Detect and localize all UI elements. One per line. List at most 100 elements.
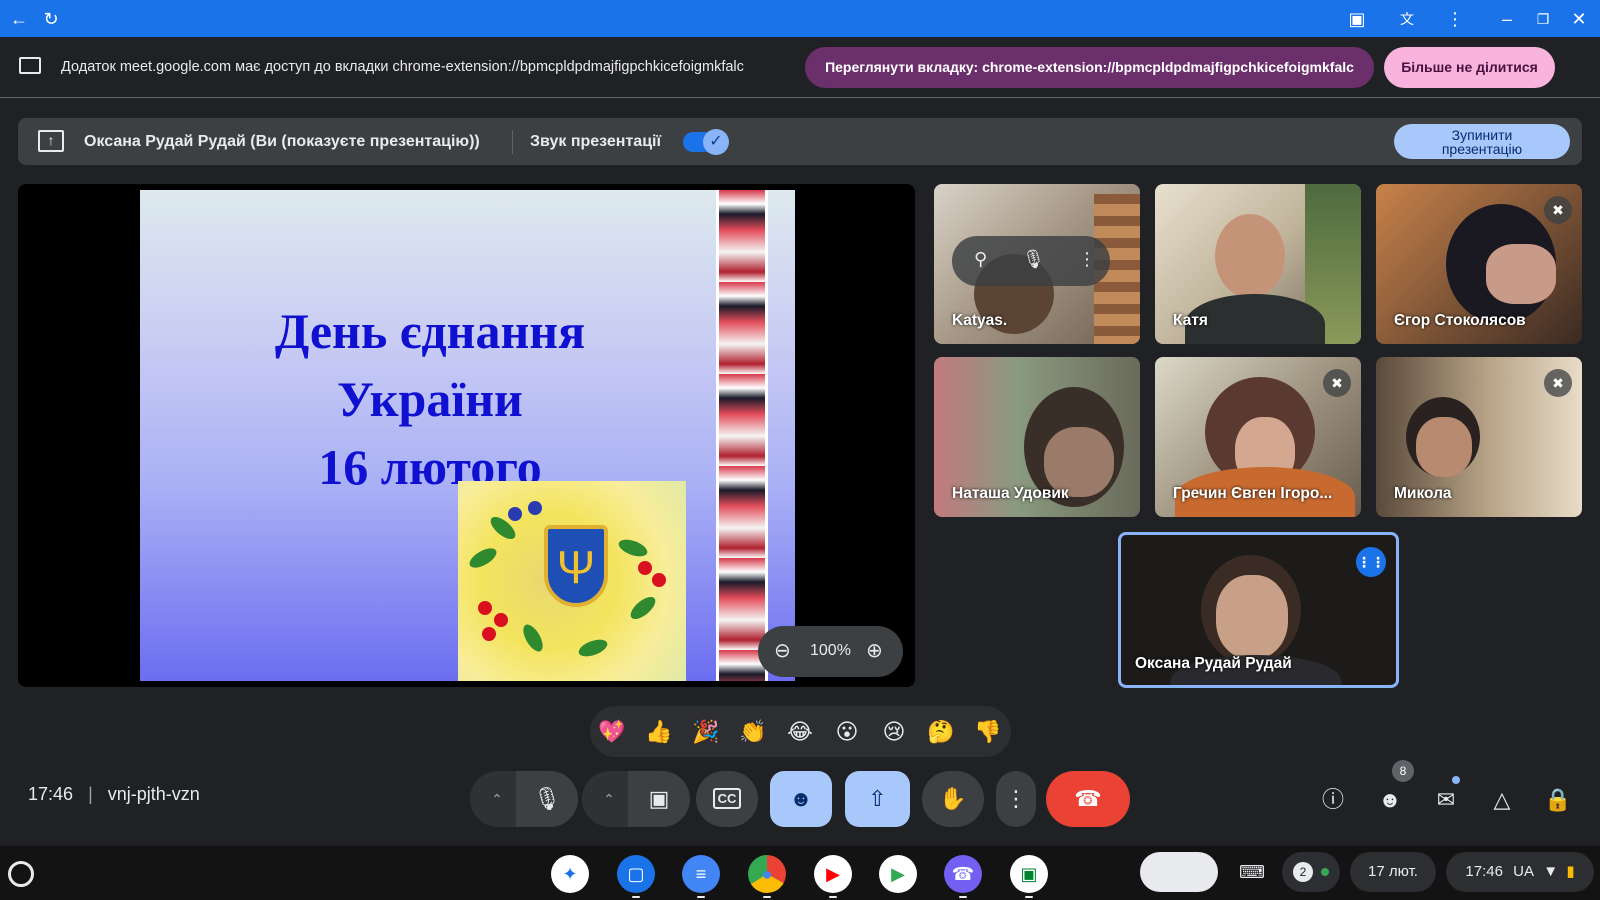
camera-button[interactable]: ▣ <box>628 771 690 827</box>
back-icon[interactable]: ← <box>6 6 32 32</box>
muted-mic-icon: ✖ <box>1544 369 1572 397</box>
captions-button[interactable]: CC <box>696 771 758 827</box>
window-titlebar: ← ↻ ▣ 文 ⋮ – ❐ ✕ <box>0 0 1600 37</box>
reaction-laugh[interactable]: 😂 <box>783 715 817 749</box>
people-count-badge: 8 <box>1392 760 1414 782</box>
presentation-audio-label: Звук презентації <box>530 133 661 150</box>
meeting-separator: | <box>88 784 93 804</box>
zoom-in-icon[interactable]: ⊕ <box>866 638 883 663</box>
present-icon: ⇧ <box>868 786 887 811</box>
zoom-level: 100% <box>810 642 851 659</box>
meeting-info: 17:46 | vnj-pjth-vzn <box>28 784 200 805</box>
more-options-button[interactable]: ⋮ <box>996 771 1036 827</box>
date-tray[interactable]: 17 лют. <box>1350 852 1436 892</box>
tote-holding-space[interactable] <box>1140 852 1218 892</box>
chrome-app-icon[interactable]: ● <box>748 855 786 893</box>
reaction-surprise[interactable]: 😮 <box>830 715 864 749</box>
participant-tile[interactable]: ⚲ 🎙 ⋮ Katyas. <box>934 184 1140 344</box>
notification-count: 2 <box>1292 862 1313 882</box>
close-icon[interactable]: ✕ <box>1566 6 1592 32</box>
files-app-icon[interactable]: ▢ <box>617 855 655 893</box>
trident-icon: Ψ <box>544 525 608 607</box>
reaction-clap[interactable]: 👏 <box>736 715 770 749</box>
presentation-stage[interactable]: День єднання України 16 лютого Ψ ⊖ 100% … <box>18 184 915 687</box>
tab-share-notice-bar: Додаток meet.google.com має доступ до вк… <box>0 37 1600 98</box>
reaction-thinking[interactable]: 🤔 <box>924 715 958 749</box>
coat-of-arms-image: Ψ <box>458 481 686 681</box>
meet-app-icon[interactable]: ▣ <box>1010 855 1048 893</box>
raise-hand-button[interactable]: ✋ <box>922 771 984 827</box>
participant-name: Єгор Стоколясов <box>1394 312 1526 329</box>
notification-tray[interactable]: 2 <box>1282 852 1340 892</box>
presentation-audio-toggle[interactable]: ✓ <box>683 129 729 155</box>
meeting-details-icon[interactable]: ⓘ <box>1313 780 1353 820</box>
participant-tile[interactable]: ✖ Микола <box>1376 357 1582 517</box>
input-locale: UA <box>1513 863 1534 880</box>
hang-up-icon: ☎ <box>1074 786 1102 811</box>
zoom-out-icon[interactable]: ⊖ <box>774 638 791 663</box>
host-controls-icon[interactable]: 🔒 <box>1538 780 1578 820</box>
reaction-heart[interactable]: 💖 <box>595 715 629 749</box>
presentation-slide: День єднання України 16 лютого Ψ <box>140 190 795 681</box>
status-area[interactable]: 17:46 UA ▼ ▮ <box>1446 852 1594 892</box>
leave-call-button[interactable]: ☎ <box>1046 771 1130 827</box>
activities-icon[interactable]: △ <box>1482 780 1522 820</box>
self-participant-tile[interactable]: ⋮⋮ Оксана Рудай Рудай <box>1118 532 1399 688</box>
play-store-app-icon[interactable]: ▶ <box>879 855 917 893</box>
participant-tile[interactable]: Наташа Удовик <box>934 357 1140 517</box>
reload-icon[interactable]: ↻ <box>38 6 64 32</box>
present-now-button[interactable]: ⇧ <box>845 771 910 827</box>
reaction-sad[interactable]: 😢 <box>877 715 911 749</box>
maximize-icon[interactable]: ❐ <box>1530 6 1556 32</box>
tile-hover-controls: ⚲ 🎙 ⋮ <box>952 236 1110 286</box>
camera-indicator-icon[interactable]: ▣ <box>1344 6 1370 32</box>
slide-title-line-1: День єднання <box>274 303 586 359</box>
participant-name: Katyas. <box>952 312 1008 329</box>
reaction-party[interactable]: 🎉 <box>689 715 723 749</box>
participant-tile[interactable]: Катя <box>1155 184 1361 344</box>
wifi-icon: ▼ <box>1543 863 1559 880</box>
viber-app-icon[interactable]: ☎ <box>944 855 982 893</box>
check-icon: ✓ <box>703 129 729 155</box>
captions-icon: CC <box>712 788 742 809</box>
running-indicator <box>959 896 967 898</box>
docs-app-icon[interactable]: ≡ <box>682 855 720 893</box>
reaction-thumbs-up[interactable]: 👍 <box>642 715 676 749</box>
minimize-icon[interactable]: – <box>1494 6 1520 32</box>
participant-tile[interactable]: ✖ Єгор Стоколясов <box>1376 184 1582 344</box>
participant-name: Катя <box>1173 312 1208 329</box>
reaction-bar: 💖 👍 🎉 👏 😂 😮 😢 🤔 👎 <box>590 706 1011 757</box>
youtube-app-icon[interactable]: ▶ <box>814 855 852 893</box>
more-vert-icon[interactable]: ⋮ <box>1078 249 1096 270</box>
stop-presenting-label-2: презентацію <box>1441 141 1523 157</box>
muted-mic-icon: ✖ <box>1323 369 1351 397</box>
presenting-banner: ↑ Оксана Рудай Рудай (Ви (показуєте през… <box>18 118 1582 165</box>
running-indicator <box>829 896 837 898</box>
reactions-button[interactable]: ☻ <box>770 771 832 827</box>
stop-presenting-button[interactable]: Зупинити презентацію <box>1394 124 1570 159</box>
launcher-icon[interactable] <box>8 861 34 887</box>
more-vert-icon[interactable]: ⋮ <box>1442 6 1468 32</box>
running-indicator <box>763 896 771 898</box>
chat-icon[interactable]: ✉ <box>1426 780 1466 820</box>
chat-unread-dot <box>1452 776 1460 784</box>
assistant-app-icon[interactable]: ✦ <box>551 855 589 893</box>
participant-name: Наташа Удовик <box>952 485 1069 502</box>
view-shared-tab-button[interactable]: Переглянути вкладку: chrome-extension://… <box>805 47 1374 88</box>
virtual-keyboard-icon[interactable]: ⌨ <box>1232 852 1272 892</box>
pin-icon[interactable]: ⚲ <box>974 249 987 270</box>
microphone-icon[interactable]: 🎙 <box>1022 249 1045 270</box>
microphone-button[interactable]: 🎙 <box>516 771 578 827</box>
reaction-thumbs-down[interactable]: 👎 <box>971 715 1005 749</box>
hand-icon: ✋ <box>939 786 967 811</box>
stop-sharing-button[interactable]: Більше не ділитися <box>1384 47 1555 88</box>
people-icon[interactable]: ☻ <box>1370 780 1410 820</box>
more-vert-icon: ⋮ <box>1005 786 1027 811</box>
translate-icon[interactable]: 文 <box>1394 6 1420 32</box>
participant-name: Гречин Євген Ігоро... <box>1173 485 1333 502</box>
embroidery-border-image <box>716 190 768 681</box>
participant-tile[interactable]: ✖ Гречин Євген Ігоро... <box>1155 357 1361 517</box>
present-icon: ↑ <box>38 130 64 152</box>
screen-share-icon <box>19 57 41 74</box>
camera-icon: ▣ <box>648 786 670 811</box>
